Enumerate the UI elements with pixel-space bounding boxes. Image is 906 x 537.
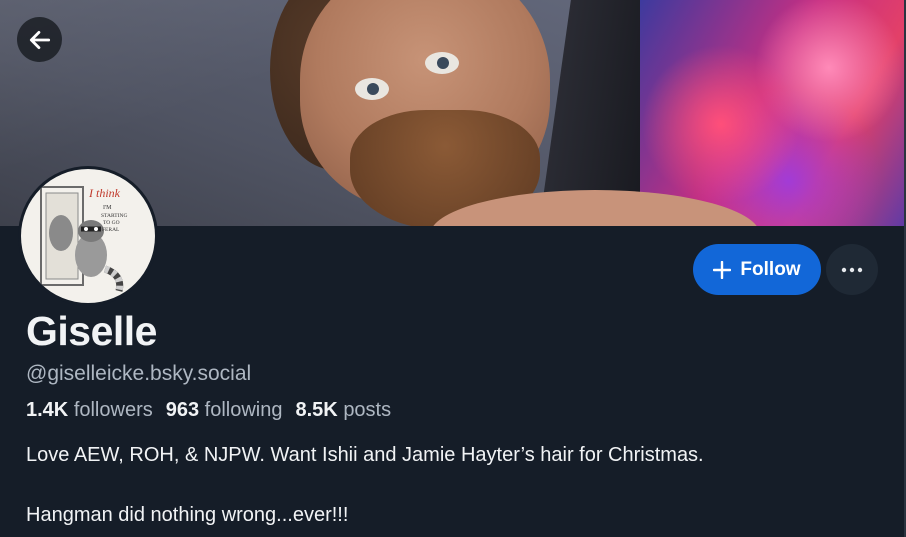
svg-text:I'M: I'M xyxy=(103,205,112,211)
svg-text:STARTING: STARTING xyxy=(101,213,127,219)
handle[interactable]: @giselleicke.bsky.social xyxy=(26,362,251,386)
display-name: Giselle xyxy=(26,308,157,354)
followers-label: followers xyxy=(73,399,153,421)
more-horizontal-icon xyxy=(841,267,863,272)
following-count: 963 xyxy=(165,399,200,421)
avatar[interactable]: I think I'M STARTING TO GO FERAL xyxy=(18,166,158,306)
svg-text:I think: I think xyxy=(88,186,121,200)
svg-text:TO GO: TO GO xyxy=(103,220,120,226)
back-button[interactable] xyxy=(17,17,62,62)
svg-text:FERAL: FERAL xyxy=(102,227,120,233)
profile-page: I think I'M STARTING TO GO FERAL Follow … xyxy=(0,0,906,537)
profile-stats: 1.4K followers 963 following 8.5K posts xyxy=(26,399,391,422)
bio-line: Love AEW, ROH, & NJPW. Want Ishii and Ja… xyxy=(26,444,704,466)
banner-stage-lights xyxy=(640,0,904,226)
banner-eye-left xyxy=(355,78,389,100)
plus-icon xyxy=(713,260,732,279)
following-stat[interactable]: 963 following xyxy=(166,399,283,422)
posts-stat: 8.5K posts xyxy=(296,399,392,422)
more-options-button[interactable] xyxy=(826,244,878,295)
raccoon-illustration-icon: I think I'M STARTING TO GO FERAL xyxy=(40,186,127,292)
posts-count: 8.5K xyxy=(295,399,338,421)
following-label: following xyxy=(204,399,283,421)
followers-count: 1.4K xyxy=(26,399,69,421)
follow-button[interactable]: Follow xyxy=(693,244,821,295)
posts-label: posts xyxy=(343,399,392,421)
follow-button-label: Follow xyxy=(740,258,801,280)
banner-eye-right xyxy=(425,52,459,74)
arrow-left-icon xyxy=(29,30,50,49)
followers-stat[interactable]: 1.4K followers xyxy=(26,399,153,422)
avatar-image: I think I'M STARTING TO GO FERAL xyxy=(21,169,155,303)
bio-line: Hangman did nothing wrong...ever!!! xyxy=(26,504,349,526)
